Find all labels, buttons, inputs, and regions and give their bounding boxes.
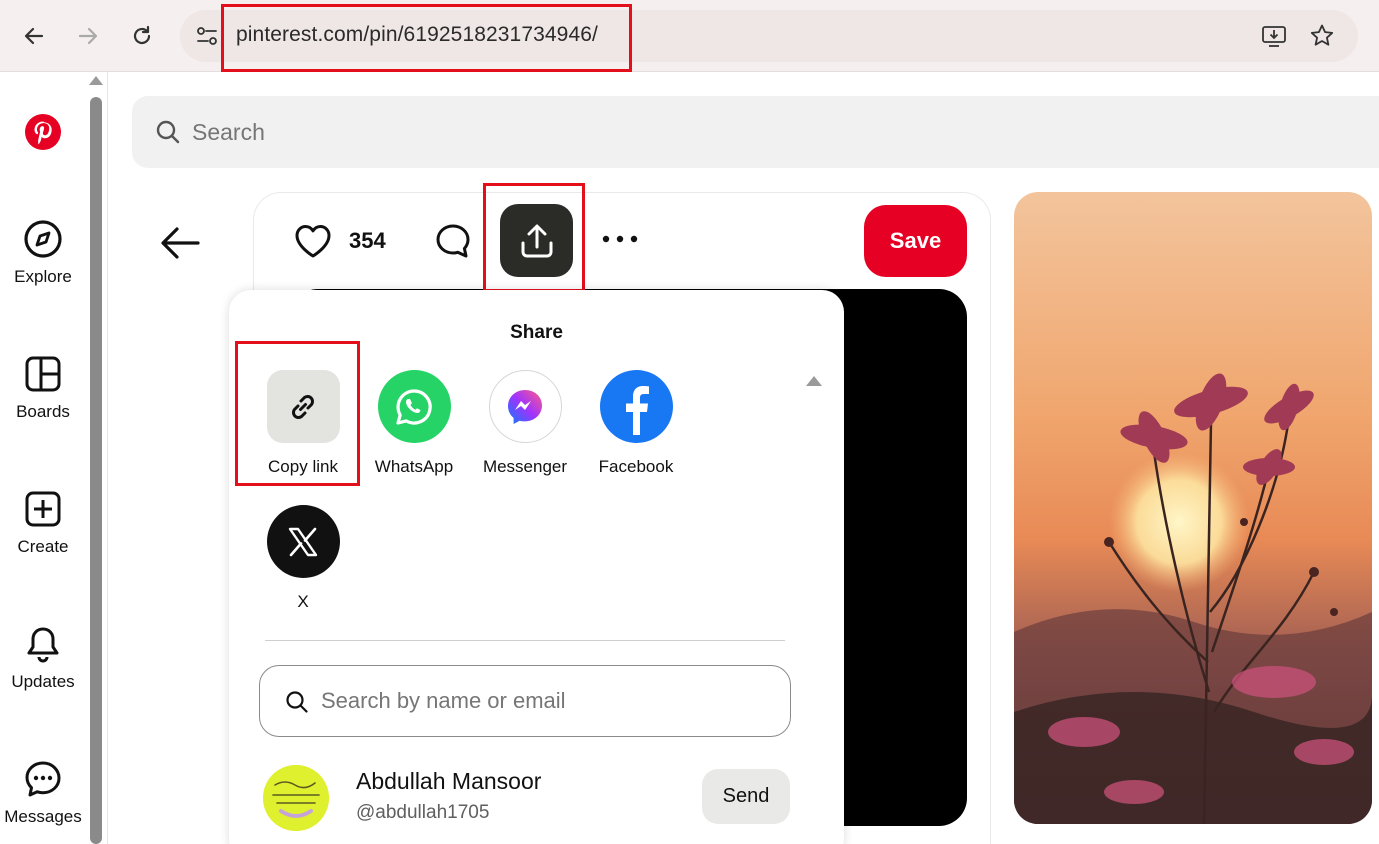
panel-scroll-up-arrow[interactable] <box>806 376 822 386</box>
people-search-input[interactable]: Search by name or email <box>259 665 791 737</box>
facebook-circle[interactable] <box>599 370 673 443</box>
share-whatsapp[interactable]: WhatsApp <box>359 370 469 477</box>
scroll-up-arrow[interactable] <box>89 76 103 85</box>
search-bar[interactable]: Search <box>132 96 1379 168</box>
messenger-circle[interactable] <box>488 370 562 443</box>
facebook-icon <box>626 385 649 435</box>
pinterest-home-link[interactable] <box>0 113 86 151</box>
like-count: 354 <box>349 228 386 253</box>
share-x[interactable]: X <box>248 505 358 612</box>
bell-icon <box>27 627 59 663</box>
avatar-image <box>263 765 329 831</box>
sidebar-label-updates: Updates <box>11 672 75 691</box>
comment-icon[interactable] <box>433 222 473 260</box>
share-popover: Share Copy link WhatsApp Messenger Faceb… <box>229 290 844 844</box>
sidebar-item-create[interactable]: Create <box>0 489 86 557</box>
sidebar-label-messages: Messages <box>4 807 82 826</box>
sidebar-item-messages[interactable]: Messages <box>0 759 86 827</box>
arrow-right-icon <box>78 27 98 45</box>
forward-button[interactable] <box>70 18 106 54</box>
link-icon <box>292 394 314 419</box>
sidebar-item-updates[interactable]: Updates <box>0 624 86 692</box>
scroll-thumb[interactable] <box>90 97 102 844</box>
people-search-placeholder: Search by name or email <box>321 688 566 713</box>
messenger-label: Messenger <box>482 457 568 476</box>
sidebar-label-create: Create <box>17 537 69 556</box>
bookmark-star-icon[interactable] <box>1308 22 1336 50</box>
share-copy-link[interactable]: Copy link <box>248 370 358 477</box>
reload-button[interactable] <box>124 18 160 54</box>
more-options-icon[interactable] <box>601 232 639 246</box>
install-app-icon[interactable] <box>1260 22 1288 50</box>
x-icon <box>288 527 318 556</box>
browser-toolbar: pinterest.com/pin/6192518231734946/ <box>0 0 1379 72</box>
search-icon <box>286 691 308 713</box>
sidebar-item-explore[interactable]: Explore <box>0 219 86 287</box>
messenger-icon <box>508 389 542 424</box>
search-icon <box>156 120 180 144</box>
heart-icon[interactable] <box>293 222 333 260</box>
related-pin-image[interactable] <box>1014 192 1372 824</box>
upload-share-icon <box>521 224 552 257</box>
save-button[interactable]: Save <box>864 205 967 277</box>
avatar[interactable] <box>263 765 329 831</box>
sidebar-item-boards[interactable]: Boards <box>0 354 86 422</box>
facebook-label: Facebook <box>598 457 674 476</box>
x-label: X <box>297 592 309 611</box>
whatsapp-circle[interactable] <box>377 370 451 443</box>
send-button[interactable]: Send <box>702 769 790 824</box>
arrow-left-icon <box>24 27 44 45</box>
sunset-flowers-image <box>1014 192 1372 824</box>
address-bar[interactable]: pinterest.com/pin/6192518231734946/ <box>180 10 1358 62</box>
chat-icon <box>25 761 61 797</box>
contact-handle: @abdullah1705 <box>356 802 490 823</box>
copy-link-tile[interactable] <box>266 370 340 443</box>
site-info-icon[interactable] <box>194 23 220 49</box>
sidebar-label-boards: Boards <box>16 402 70 421</box>
share-facebook[interactable]: Facebook <box>581 370 691 477</box>
boards-icon <box>25 356 61 392</box>
pinterest-logo-icon <box>25 114 61 150</box>
x-circle[interactable] <box>266 505 340 578</box>
share-messenger[interactable]: Messenger <box>470 370 580 477</box>
share-divider <box>265 640 785 641</box>
back-button[interactable] <box>16 18 52 54</box>
whatsapp-icon <box>396 388 432 425</box>
back-arrow-icon[interactable] <box>158 222 202 266</box>
copy-link-label: Copy link <box>268 457 338 476</box>
plus-square-icon <box>25 491 61 527</box>
search-placeholder: Search <box>192 119 265 145</box>
sidebar-label-explore: Explore <box>14 267 72 286</box>
compass-icon <box>24 220 62 258</box>
url-text[interactable]: pinterest.com/pin/6192518231734946/ <box>236 23 598 47</box>
whatsapp-label: WhatsApp <box>374 457 454 476</box>
share-button[interactable] <box>500 204 573 277</box>
share-title: Share <box>510 322 563 343</box>
reload-icon <box>133 25 151 45</box>
contact-name: Abdullah Mansoor <box>356 768 542 794</box>
